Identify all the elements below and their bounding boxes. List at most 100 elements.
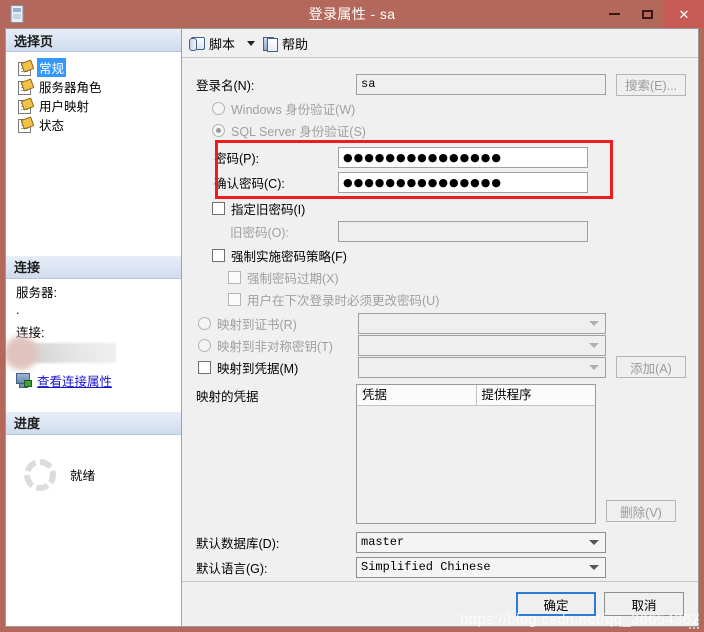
script-icon xyxy=(189,36,205,51)
sidebar-bottom-spacer xyxy=(6,505,181,627)
chevron-down-icon xyxy=(589,320,599,326)
chevron-down-icon xyxy=(589,364,599,370)
connection-bottom-spacer xyxy=(6,390,181,412)
enforce-policy-checkbox[interactable] xyxy=(212,248,225,262)
grid-header: 凭据 提供程序 xyxy=(357,385,595,406)
sidebar: 选择页 常规 服务器角色 用户映射 状态 连接 服务器: . 连接: 查看连接属… xyxy=(6,29,182,626)
must-change-password-label: 用户在下次登录时必须更改密码(U) xyxy=(247,293,440,308)
default-database-select[interactable]: master xyxy=(356,532,606,553)
login-name-input[interactable]: sa xyxy=(356,74,606,95)
mapped-credentials-grid[interactable]: 凭据 提供程序 xyxy=(356,384,596,524)
select-page-header: 选择页 xyxy=(6,29,181,52)
page-icon xyxy=(18,58,35,76)
sidebar-item-server-roles[interactable]: 服务器角色 xyxy=(14,77,181,96)
default-language-value: Simplified Chinese xyxy=(361,560,491,574)
specify-old-password-checkbox[interactable] xyxy=(212,201,225,215)
chevron-down-icon xyxy=(589,540,599,545)
view-connection-properties-label: 查看连接属性 xyxy=(37,374,113,389)
map-credential-select xyxy=(358,356,606,378)
sidebar-item-label: 服务器角色 xyxy=(39,81,102,95)
minimize-button[interactable] xyxy=(598,0,631,28)
confirm-password-label: 确认密码(C): xyxy=(214,177,285,191)
chevron-down-icon[interactable] xyxy=(247,40,256,46)
general-page-form: 登录名(N): sa 搜索(E)... Windows 身份验证(W) SQL … xyxy=(182,58,698,581)
maximize-button[interactable] xyxy=(631,0,664,28)
map-certificate-label: 映射到证书(R) xyxy=(217,317,297,332)
specify-old-password-label: 指定旧密码(I) xyxy=(231,202,306,217)
map-credential-label: 映射到凭据(M) xyxy=(217,361,299,376)
toolbar: 脚本 帮助 xyxy=(182,29,698,58)
remove-credential-button[interactable]: 删除(V) xyxy=(606,500,676,522)
enforce-expiration-row: 强制密码过期(X) xyxy=(196,266,686,288)
search-button[interactable]: 搜索(E)... xyxy=(616,73,686,96)
grid-column-credential: 凭据 xyxy=(357,385,477,405)
content-pane: 脚本 帮助 登录名(N): sa 搜索(E)... Windows 身份验证(W… xyxy=(182,29,698,626)
map-asymmetric-key-select xyxy=(358,334,606,356)
help-label: 帮助 xyxy=(282,36,309,52)
sidebar-item-general[interactable]: 常规 xyxy=(14,58,181,77)
server-label: 服务器: xyxy=(16,285,57,300)
default-language-label: 默认语言(G): xyxy=(196,562,268,576)
page-icon xyxy=(18,77,35,95)
connection-header: 连接 xyxy=(6,255,181,279)
default-database-label: 默认数据库(D): xyxy=(196,537,280,551)
enforce-expiration-checkbox xyxy=(228,270,241,284)
password-label: 密码(P): xyxy=(214,152,260,166)
windows-auth-radio[interactable] xyxy=(212,101,225,115)
map-credential-row: 映射到凭据(M) 添加(A) xyxy=(196,356,686,378)
dialog-footer: 确定 取消 xyxy=(182,581,698,626)
chevron-down-icon xyxy=(589,342,599,348)
old-password-row: 旧密码(O): xyxy=(196,219,686,244)
server-value: . xyxy=(16,302,20,317)
progress-header: 进度 xyxy=(6,411,181,435)
ok-button[interactable]: 确定 xyxy=(516,592,596,616)
minimize-icon xyxy=(609,13,620,15)
windows-auth-row[interactable]: Windows 身份验证(W) xyxy=(196,97,686,119)
dialog-client-area: 选择页 常规 服务器角色 用户映射 状态 连接 服务器: . 连接: 查看连接属… xyxy=(5,28,699,627)
login-name-row: 登录名(N): sa 搜索(E)... xyxy=(196,72,686,97)
password-input[interactable]: ●●●●●●●●●●●●●●● xyxy=(338,147,588,168)
page-icon xyxy=(18,115,35,133)
mapped-credentials-label: 映射的凭据 xyxy=(196,390,259,404)
resize-grip[interactable] xyxy=(689,617,701,629)
view-connection-properties-link[interactable]: 查看连接属性 xyxy=(16,371,181,390)
default-database-value: master xyxy=(361,535,405,549)
default-database-row: 默认数据库(D): master xyxy=(196,530,686,555)
add-credential-button[interactable]: 添加(A) xyxy=(616,356,686,378)
confirm-password-input[interactable]: ●●●●●●●●●●●●●●● xyxy=(338,172,588,193)
sidebar-item-status[interactable]: 状态 xyxy=(14,115,181,134)
confirm-password-row: 确认密码(C): ●●●●●●●●●●●●●●● xyxy=(196,170,686,195)
old-password-input[interactable] xyxy=(338,221,588,242)
script-label: 脚本 xyxy=(209,36,236,52)
cancel-button[interactable]: 取消 xyxy=(604,592,684,616)
sql-auth-radio[interactable] xyxy=(212,123,225,137)
map-asymmetric-key-label: 映射到非对称密钥(T) xyxy=(217,339,333,354)
enforce-policy-row[interactable]: 强制实施密码策略(F) xyxy=(196,244,686,266)
specify-old-password-row[interactable]: 指定旧密码(I) xyxy=(196,197,686,219)
sidebar-item-label: 状态 xyxy=(39,119,65,133)
enforce-policy-label: 强制实施密码策略(F) xyxy=(231,249,347,264)
map-certificate-radio xyxy=(198,316,211,330)
sql-auth-row[interactable]: SQL Server 身份验证(S) xyxy=(196,119,686,141)
grid-column-provider: 提供程序 xyxy=(481,388,532,402)
help-button[interactable]: 帮助 xyxy=(263,34,308,53)
script-button[interactable]: 脚本 xyxy=(189,34,236,53)
window-controls: ✕ xyxy=(598,0,704,28)
sql-auth-label: SQL Server 身份验证(S) xyxy=(231,124,366,139)
default-language-select[interactable]: Simplified Chinese xyxy=(356,557,606,578)
map-credential-checkbox[interactable] xyxy=(198,360,211,374)
login-properties-window: 登录属性 - sa ✕ 选择页 常规 服务器角色 用户映射 状态 连接 服务器:… xyxy=(0,0,704,632)
close-button[interactable]: ✕ xyxy=(664,0,704,28)
sidebar-item-user-mapping[interactable]: 用户映射 xyxy=(14,96,181,115)
default-language-row: 默认语言(G): Simplified Chinese xyxy=(196,555,686,580)
maximize-icon xyxy=(642,9,653,19)
close-icon: ✕ xyxy=(678,6,690,22)
connection-body: 服务器: . 连接: 查看连接属性 xyxy=(6,279,181,390)
computer-icon xyxy=(16,373,32,388)
map-certificate-row: 映射到证书(R) xyxy=(196,312,686,334)
mapped-credentials-row: 映射的凭据 凭据 提供程序 删除(V) xyxy=(196,384,686,524)
map-asymmetric-key-radio xyxy=(198,338,211,352)
chevron-down-icon xyxy=(589,565,599,570)
connection-label: 连接: xyxy=(16,325,45,340)
